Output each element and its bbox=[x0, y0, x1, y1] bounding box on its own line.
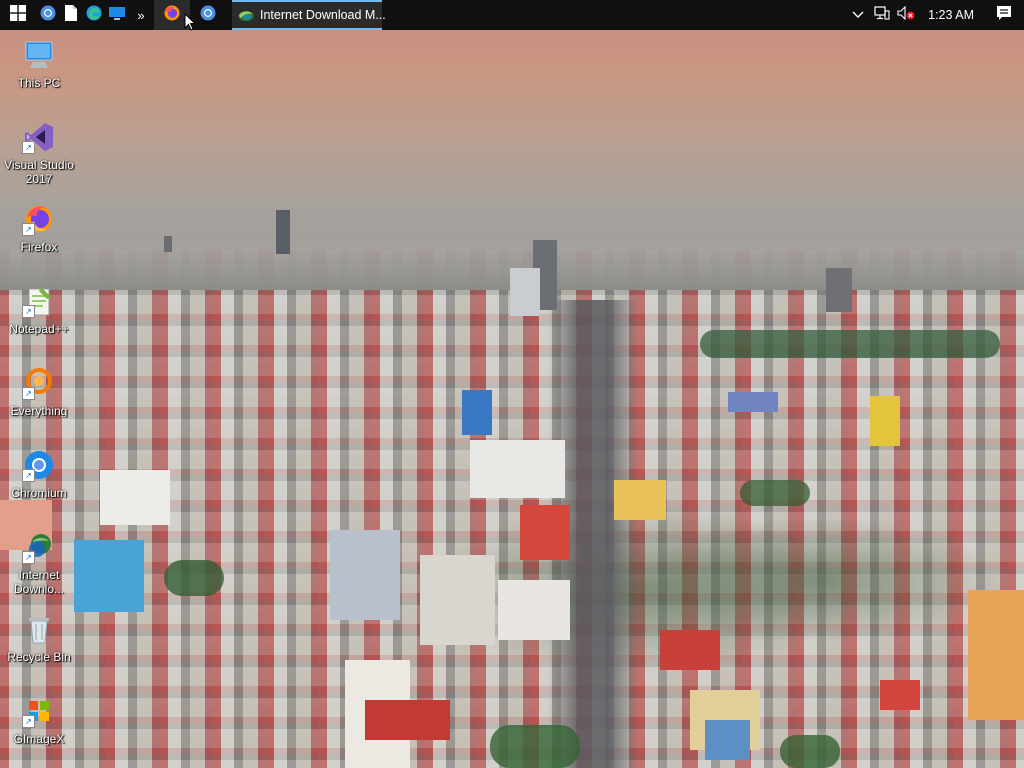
wallpaper-building bbox=[880, 680, 920, 710]
gimagex-icon: ↗ bbox=[22, 694, 56, 728]
wallpaper-trees bbox=[164, 560, 224, 596]
desktop-icon-label: Internet Downlo... bbox=[13, 568, 65, 596]
internet-download-manager-icon: ↗ bbox=[22, 530, 56, 564]
wallpaper-building bbox=[74, 540, 144, 612]
desktop-icon-label: Chromium bbox=[11, 486, 67, 500]
mouse-cursor-icon bbox=[184, 12, 197, 36]
clock[interactable]: 1:23 AM bbox=[918, 0, 984, 30]
wallpaper-building bbox=[728, 392, 778, 412]
desktop-icon-label: Firefox bbox=[20, 240, 58, 254]
wallpaper-building bbox=[462, 390, 492, 435]
tray-overflow-button[interactable] bbox=[846, 0, 870, 30]
wallpaper-building bbox=[968, 590, 1024, 720]
recycle-bin-icon bbox=[22, 612, 56, 646]
wallpaper-tower bbox=[826, 268, 852, 312]
taskbar-remote-desktop-button[interactable] bbox=[105, 0, 128, 30]
desktop-icon-idm[interactable]: ↗ Internet Downlo... bbox=[1, 530, 77, 596]
shortcut-arrow-icon: ↗ bbox=[22, 387, 35, 400]
desktop-icon-label: This PC bbox=[17, 76, 61, 90]
action-center-icon bbox=[996, 5, 1012, 26]
desktop-icon-label: Visual Studio 2017 bbox=[4, 158, 74, 186]
clock-time: 1:23 AM bbox=[928, 8, 974, 22]
desktop-icon-label: GImageX bbox=[13, 732, 65, 746]
wallpaper-building bbox=[614, 480, 666, 520]
wallpaper-building bbox=[470, 440, 565, 498]
tray-network-button[interactable] bbox=[870, 0, 894, 30]
network-icon bbox=[874, 5, 890, 25]
chromium-taskbar-icon bbox=[40, 5, 56, 26]
desktop-icon-firefox[interactable]: ↗ Firefox bbox=[1, 202, 77, 254]
wallpaper-tower bbox=[164, 236, 172, 252]
desktop-icon-label: Notepad++ bbox=[9, 322, 69, 336]
desktop-icon-visual-studio[interactable]: ↗ Visual Studio 2017 bbox=[1, 120, 77, 186]
shortcut-arrow-icon: ↗ bbox=[22, 469, 35, 482]
taskbar-overflow-button[interactable]: » bbox=[128, 0, 154, 30]
taskbar-chromium-button[interactable] bbox=[36, 0, 59, 30]
shortcut-arrow-icon: ↗ bbox=[22, 141, 35, 154]
firefox-taskbar-icon bbox=[164, 5, 180, 26]
wallpaper-trees bbox=[490, 725, 580, 768]
wallpaper-building bbox=[705, 720, 750, 760]
shortcut-arrow-icon: ↗ bbox=[22, 305, 35, 318]
visual-studio-icon: ↗ bbox=[22, 120, 56, 154]
wallpaper-building bbox=[660, 630, 720, 670]
wallpaper-building bbox=[365, 700, 450, 740]
notepadpp-icon: ↗ bbox=[22, 284, 56, 318]
edge-taskbar-icon bbox=[86, 5, 102, 26]
wallpaper-trees bbox=[700, 330, 1000, 358]
wallpaper-trees bbox=[740, 480, 810, 506]
taskbar-edge-button[interactable] bbox=[82, 0, 105, 30]
action-center-button[interactable] bbox=[984, 0, 1024, 30]
tray-volume-button[interactable] bbox=[894, 0, 918, 30]
chromium-taskbar-icon-2 bbox=[200, 5, 216, 26]
system-tray: 1:23 AM bbox=[846, 0, 1024, 30]
everything-search-icon: ↗ bbox=[22, 366, 56, 400]
shortcut-arrow-icon: ↗ bbox=[22, 551, 35, 564]
wallpaper-tower bbox=[510, 268, 540, 316]
desktop-icon-label: Recycle Bin bbox=[7, 650, 71, 664]
windows-start-icon bbox=[10, 4, 26, 26]
shortcut-arrow-icon: ↗ bbox=[22, 715, 35, 728]
task-label: Internet Download M... bbox=[260, 8, 386, 22]
taskbar: » Internet Download M... 1:23 AM bbox=[0, 0, 1024, 30]
computer-icon bbox=[22, 38, 56, 72]
remote-desktop-taskbar-icon bbox=[108, 6, 125, 25]
firefox-icon: ↗ bbox=[22, 202, 56, 236]
wallpaper-building bbox=[420, 555, 495, 645]
start-button[interactable] bbox=[0, 0, 36, 30]
idm-icon bbox=[238, 7, 254, 23]
desktop-icon-chromium[interactable]: ↗ Chromium bbox=[1, 448, 77, 500]
desktop-icon-recycle-bin[interactable]: Recycle Bin bbox=[1, 612, 77, 664]
desktop-icon-gimagex[interactable]: ↗ GImageX bbox=[1, 694, 77, 746]
file-taskbar-icon bbox=[64, 4, 78, 26]
desktop-icon-this-pc[interactable]: This PC bbox=[1, 38, 77, 90]
wallpaper-building bbox=[498, 580, 570, 640]
taskbar-file-button[interactable] bbox=[59, 0, 82, 30]
wallpaper-building bbox=[870, 396, 900, 446]
desktop-icon-everything[interactable]: ↗ Everything bbox=[1, 366, 77, 418]
desktop-icon-label: Everything bbox=[10, 404, 68, 418]
chromium-icon: ↗ bbox=[22, 448, 56, 482]
desktop-icon-notepadpp[interactable]: ↗ Notepad++ bbox=[1, 284, 77, 336]
wallpaper-building bbox=[330, 530, 400, 620]
shortcut-arrow-icon: ↗ bbox=[22, 223, 35, 236]
wallpaper-trees bbox=[780, 735, 840, 768]
taskbar-task-idm[interactable]: Internet Download M... bbox=[232, 0, 386, 30]
wallpaper-building bbox=[520, 505, 570, 560]
desktop-wallpaper[interactable] bbox=[0, 0, 1024, 768]
wallpaper-building bbox=[100, 470, 170, 525]
volume-muted-icon bbox=[897, 5, 915, 25]
wallpaper-tower bbox=[276, 210, 290, 254]
chevron-up-icon bbox=[852, 6, 864, 24]
overflow-label: » bbox=[137, 7, 145, 23]
